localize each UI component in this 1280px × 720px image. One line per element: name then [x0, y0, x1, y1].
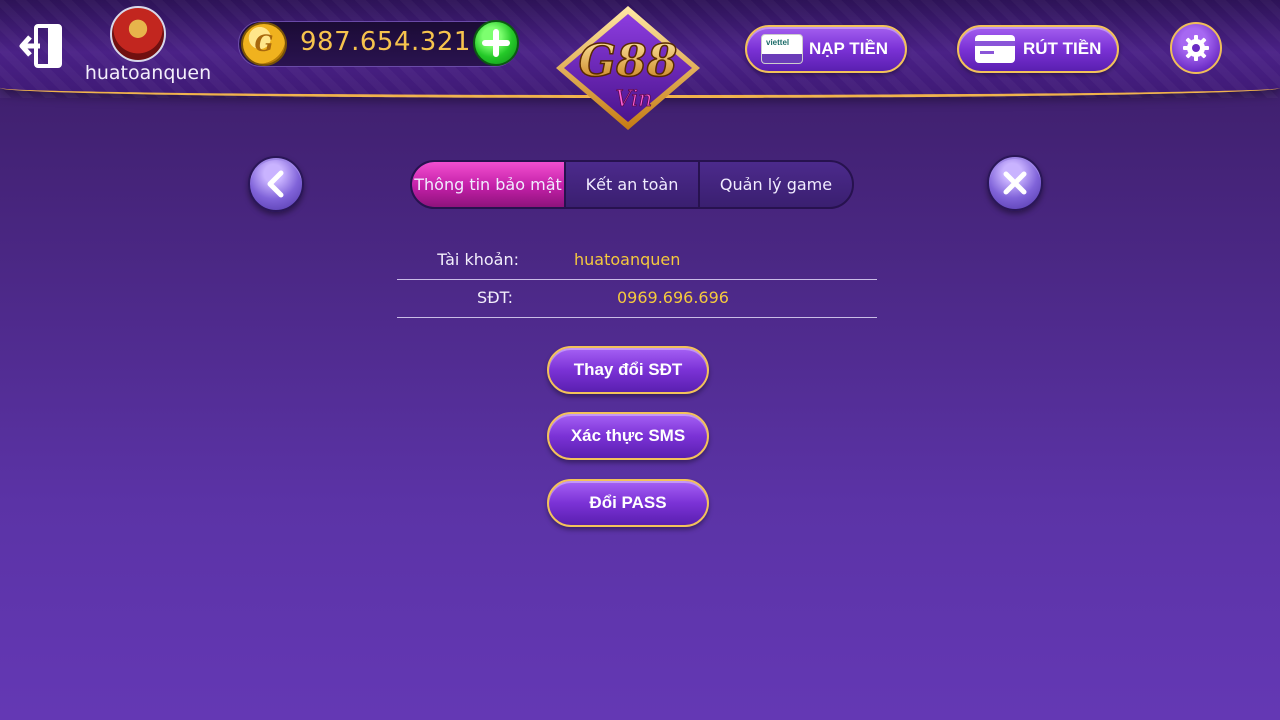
account-row: Tài khoản: huatoanquen — [397, 242, 877, 280]
close-button[interactable] — [987, 155, 1043, 211]
account-label: Tài khoản: — [437, 250, 519, 269]
add-funds-button[interactable] — [473, 20, 519, 66]
phone-row: SĐT: 0969.696.696 — [397, 280, 877, 318]
logout-icon — [19, 24, 62, 68]
settings-button[interactable] — [1170, 22, 1222, 74]
back-button[interactable] — [248, 156, 304, 212]
username: huatoanquen — [84, 62, 212, 84]
logo-subtext: Vin — [616, 87, 653, 112]
logo-text: G88 — [579, 36, 678, 87]
withdraw-button[interactable]: RÚT TIỀN — [957, 25, 1119, 73]
deposit-label: NẠP TIỀN — [809, 39, 889, 58]
gear-icon — [1183, 35, 1209, 61]
deposit-button[interactable]: viettel NẠP TIỀN — [745, 25, 907, 73]
credit-card-icon — [975, 35, 1015, 63]
avatar[interactable] — [110, 6, 166, 62]
change-phone-button[interactable]: Thay đổi SĐT — [547, 346, 709, 394]
phone-label: SĐT: — [477, 288, 513, 307]
coin-icon: G — [241, 22, 287, 66]
viettel-card-icon: viettel — [761, 34, 803, 64]
exit-button[interactable] — [18, 22, 66, 70]
coin-letter: G — [254, 31, 274, 57]
phone-value: 0969.696.696 — [617, 288, 729, 307]
chevron-left-icon — [267, 170, 284, 198]
tab-game-management[interactable]: Quản lý game — [700, 162, 852, 207]
account-value: huatoanquen — [574, 250, 681, 269]
tab-safe[interactable]: Kết an toàn — [566, 162, 700, 207]
withdraw-label: RÚT TIỀN — [1023, 39, 1102, 58]
close-icon — [1003, 171, 1027, 195]
verify-sms-button[interactable]: Xác thực SMS — [547, 412, 709, 460]
change-password-button[interactable]: Đổi PASS — [547, 479, 709, 527]
viettel-card-text: viettel — [766, 38, 790, 47]
plus-icon — [482, 29, 510, 57]
g88-logo: G88 Vin — [548, 4, 708, 132]
tab-security-info[interactable]: Thông tin bảo mật — [412, 162, 566, 207]
balance-value: 987.654.321 — [300, 27, 471, 57]
tab-bar: Thông tin bảo mật Kết an toàn Quản lý ga… — [410, 160, 854, 209]
